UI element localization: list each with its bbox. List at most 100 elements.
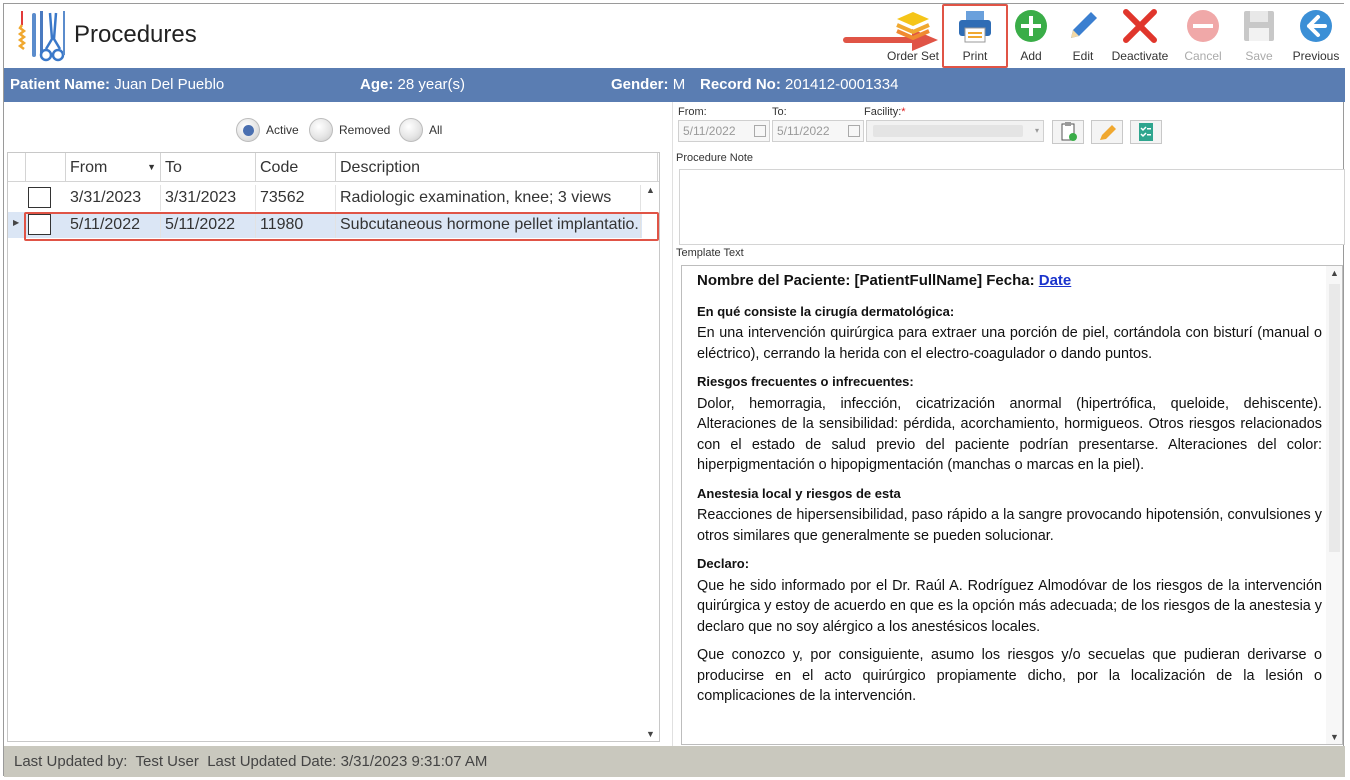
from-header-label: From bbox=[70, 159, 108, 176]
calendar-icon[interactable] bbox=[848, 125, 860, 137]
clipboard-add-icon bbox=[1061, 122, 1077, 141]
add-icon bbox=[1015, 10, 1047, 42]
print-highlight-box bbox=[942, 4, 1008, 68]
from-date-field[interactable]: 5/11/2022 bbox=[678, 120, 770, 142]
updated-date-label: Last Updated Date: bbox=[207, 753, 337, 770]
filter-all-label: All bbox=[429, 123, 443, 137]
template-title: Nombre del Paciente: [PatientFullName] F… bbox=[697, 271, 1322, 292]
page-title: Procedures bbox=[74, 21, 197, 48]
section-body: Que conozco y, por consiguiente, asumo l… bbox=[697, 647, 1322, 704]
order-set-button[interactable]: Order Set bbox=[882, 6, 944, 66]
previous-icon bbox=[1300, 10, 1332, 42]
scroll-up-icon[interactable]: ▲ bbox=[642, 185, 659, 195]
add-template-button[interactable] bbox=[1052, 120, 1084, 144]
scroll-up-icon[interactable]: ▲ bbox=[1326, 268, 1342, 278]
section-heading: En qué consiste la cirugía dermatológica… bbox=[697, 303, 955, 319]
row-checkbox[interactable] bbox=[28, 187, 51, 208]
to-date-value: 5/11/2022 bbox=[777, 124, 830, 138]
scroll-down-icon[interactable]: ▼ bbox=[1326, 732, 1342, 742]
cell-to: 3/31/2023 bbox=[161, 185, 256, 211]
checklist-icon bbox=[1139, 123, 1153, 141]
grid-header: From ▼ To Code Description bbox=[8, 153, 659, 182]
template-scrollbar[interactable]: ▲ ▼ bbox=[1326, 266, 1342, 744]
filter-all-radio[interactable]: All bbox=[399, 118, 442, 142]
sort-desc-icon: ▼ bbox=[147, 162, 156, 172]
column-header-to[interactable]: To bbox=[161, 153, 256, 182]
column-header-from[interactable]: From ▼ bbox=[66, 153, 161, 182]
edit-icon bbox=[1071, 12, 1097, 38]
date-link[interactable]: Date bbox=[1039, 272, 1072, 289]
add-button[interactable]: Add bbox=[1010, 6, 1052, 66]
updated-by-value: Test User bbox=[135, 753, 199, 770]
scroll-down-icon[interactable]: ▼ bbox=[642, 729, 659, 739]
patient-name: Patient Name: Juan Del Pueblo bbox=[10, 76, 224, 93]
template-text-editor[interactable]: Nombre del Paciente: [PatientFullName] F… bbox=[681, 265, 1343, 745]
template-title-text: Nombre del Paciente: [PatientFullName] F… bbox=[697, 272, 1039, 289]
procedure-note-field[interactable] bbox=[679, 169, 1345, 245]
patient-age: Age: 28 year(s) bbox=[360, 76, 465, 93]
section-heading: Declaro: bbox=[697, 556, 750, 571]
age-label: Age: bbox=[360, 76, 394, 93]
previous-label: Previous bbox=[1292, 49, 1340, 63]
chevron-down-icon: ▾ bbox=[1034, 126, 1039, 135]
edit-template-button[interactable] bbox=[1091, 120, 1123, 144]
column-header-description[interactable]: Description bbox=[336, 153, 658, 182]
checkbox-header bbox=[26, 153, 66, 182]
record-label: Record No: bbox=[700, 76, 781, 93]
deactivate-label: Deactivate bbox=[1111, 49, 1169, 63]
edit-label: Edit bbox=[1072, 49, 1094, 63]
previous-button[interactable]: Previous bbox=[1288, 6, 1344, 66]
column-header-code[interactable]: Code bbox=[256, 153, 336, 182]
patient-name-value: Juan Del Pueblo bbox=[114, 76, 225, 93]
deactivate-icon bbox=[1123, 9, 1157, 43]
procedure-note-label: Procedure Note bbox=[676, 152, 754, 164]
header: Procedures Order Set Print Add Edit Deac… bbox=[4, 4, 1345, 68]
add-label: Add bbox=[1020, 49, 1042, 63]
gender-value: M bbox=[672, 76, 686, 93]
current-row-icon: ▶ bbox=[13, 218, 20, 227]
status-bar: Last Updated by: Test User Last Updated … bbox=[4, 746, 1345, 777]
scroll-thumb[interactable] bbox=[1329, 284, 1340, 552]
to-date-label: To: bbox=[772, 106, 787, 118]
calendar-icon[interactable] bbox=[754, 125, 766, 137]
cancel-label: Cancel bbox=[1184, 49, 1222, 63]
patient-record: Record No: 201412-0001334 bbox=[700, 76, 898, 93]
section-body: Que he sido informado por el Dr. Raúl A.… bbox=[697, 577, 1322, 635]
template-text-label: Template Text bbox=[676, 247, 744, 259]
code-header-label: Code bbox=[260, 159, 299, 176]
updated-by-label: Last Updated by: bbox=[14, 753, 128, 770]
pane-divider[interactable] bbox=[672, 102, 673, 746]
cell-description: Radiologic examination, knee; 3 views bbox=[336, 185, 641, 211]
patient-name-label: Patient Name: bbox=[10, 76, 111, 93]
status-filter: Active Removed All bbox=[4, 102, 672, 150]
section-heading: Riesgos frecuentes o infrecuentes: bbox=[697, 374, 914, 389]
grid-scrollbar[interactable]: ▲ ▼ bbox=[642, 183, 659, 741]
facility-blurred-value bbox=[873, 125, 1023, 137]
filter-removed-radio[interactable]: Removed bbox=[309, 118, 390, 142]
facility-select[interactable]: ▾ bbox=[866, 120, 1044, 142]
cell-code: 73562 bbox=[256, 185, 336, 211]
section-body: Dolor, hemorragia, infección, cicatrizac… bbox=[697, 395, 1322, 474]
cancel-button[interactable]: Cancel bbox=[1182, 6, 1224, 66]
selected-row-highlight-box bbox=[24, 212, 659, 241]
pencil-icon bbox=[1100, 125, 1116, 140]
save-icon bbox=[1244, 11, 1274, 41]
save-label: Save bbox=[1245, 49, 1273, 63]
cancel-icon bbox=[1187, 10, 1219, 42]
checklist-button[interactable] bbox=[1130, 120, 1162, 144]
from-date-value: 5/11/2022 bbox=[683, 124, 736, 138]
table-row[interactable]: 3/31/2023 3/31/2023 73562 Radiologic exa… bbox=[8, 185, 659, 211]
procedures-logo bbox=[17, 11, 65, 62]
section-body: En una intervención quirúrgica para extr… bbox=[697, 325, 1322, 362]
facility-label: Facility:* bbox=[864, 106, 906, 118]
radio-unselected-icon bbox=[309, 118, 333, 142]
order-set-label: Order Set bbox=[886, 49, 940, 63]
save-button[interactable]: Save bbox=[1238, 6, 1280, 66]
updated-date-value: 3/31/2023 9:31:07 AM bbox=[340, 753, 488, 770]
edit-button[interactable]: Edit bbox=[1062, 6, 1104, 66]
filter-active-radio[interactable]: Active bbox=[236, 118, 299, 142]
deactivate-button[interactable]: Deactivate bbox=[1110, 6, 1170, 66]
to-date-field[interactable]: 5/11/2022 bbox=[772, 120, 864, 142]
filter-active-label: Active bbox=[266, 123, 299, 137]
description-header-label: Description bbox=[340, 159, 421, 176]
